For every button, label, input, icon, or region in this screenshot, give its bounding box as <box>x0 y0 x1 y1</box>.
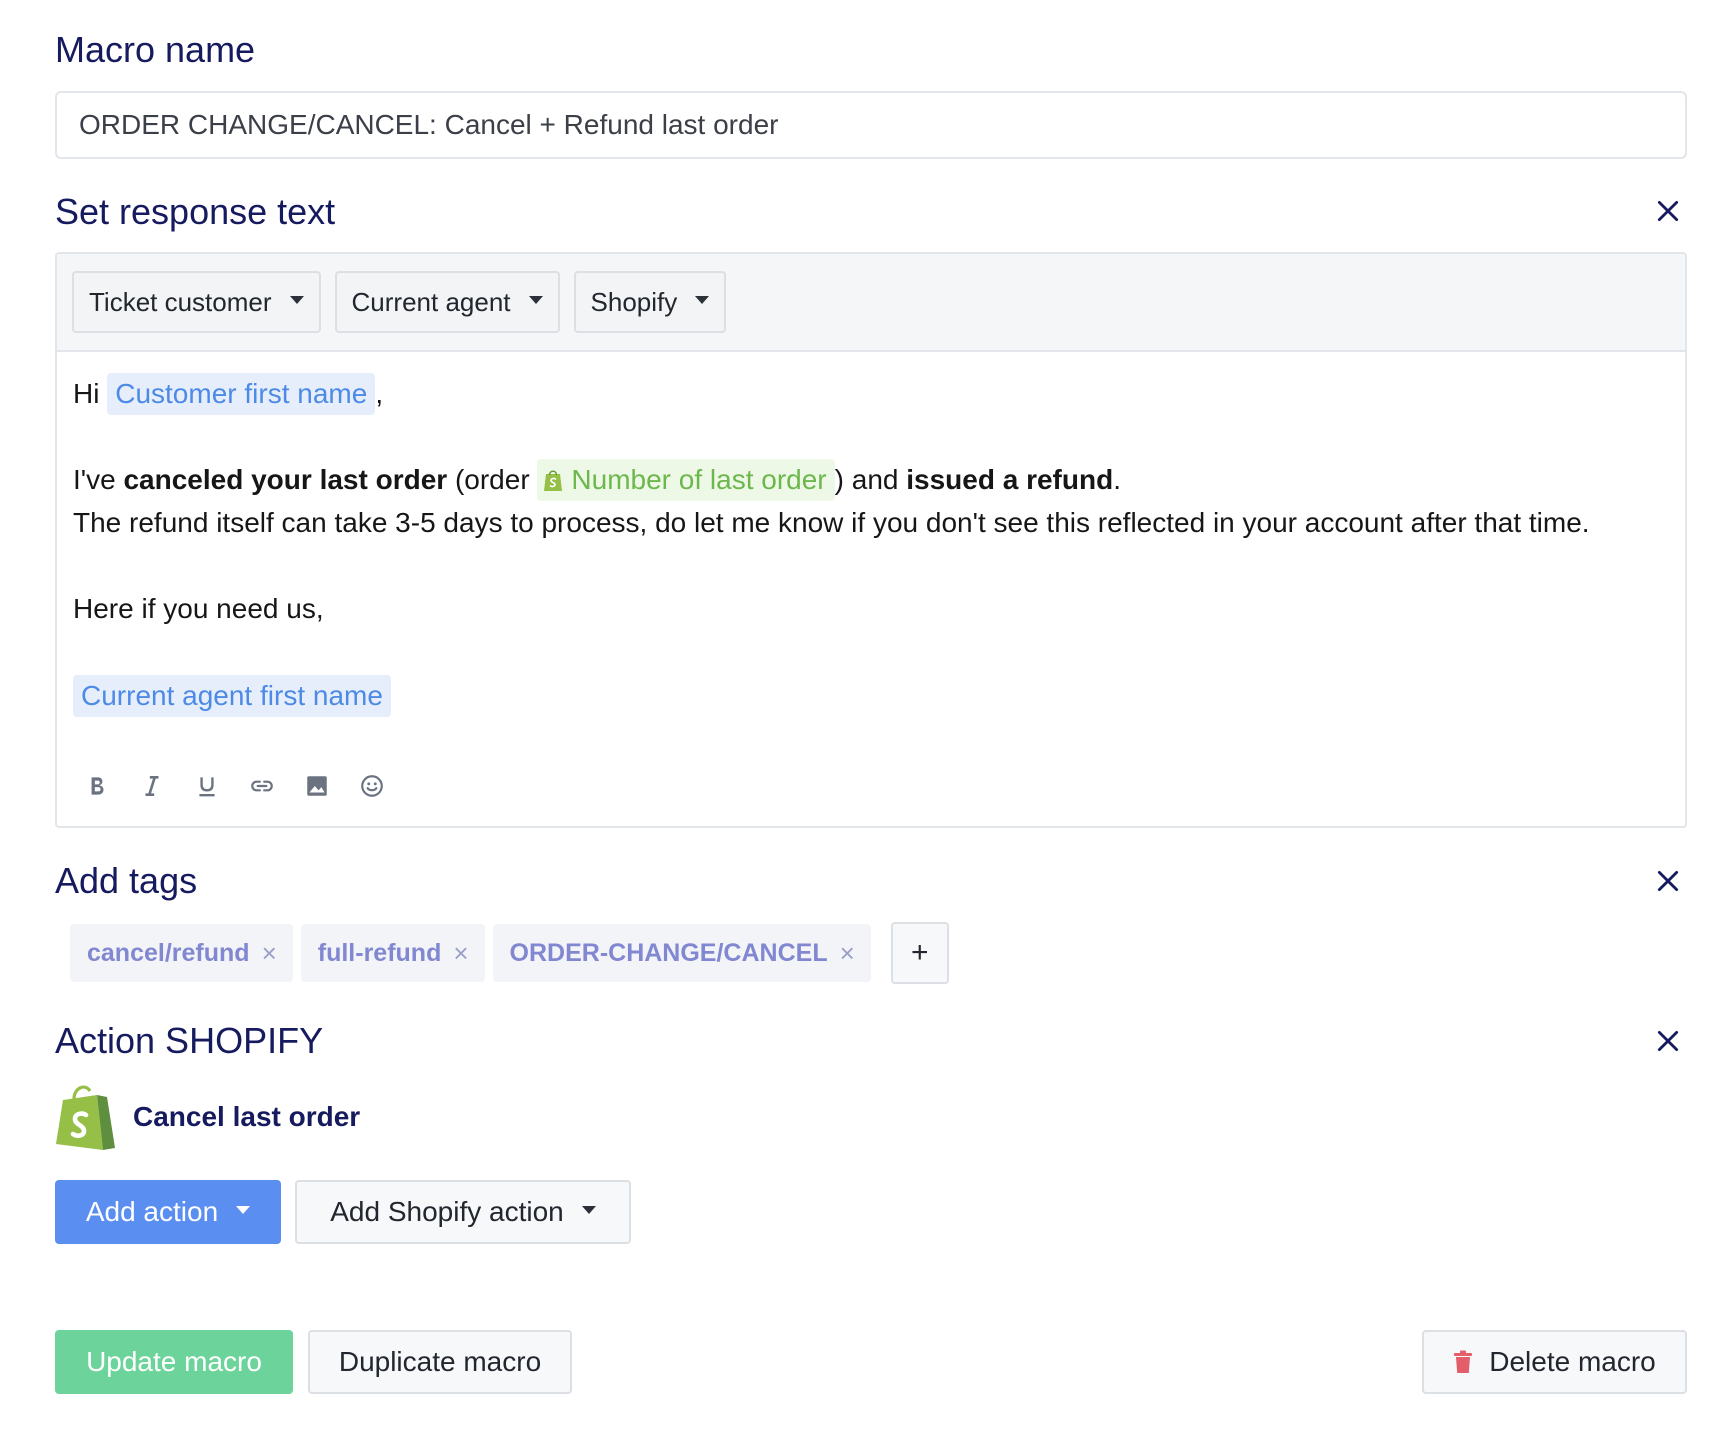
text-run: (order <box>447 464 538 495</box>
tag-chip[interactable]: ORDER-CHANGE/CANCEL × <box>492 924 871 982</box>
caret-down-icon <box>695 296 710 304</box>
add-action-dropdown-button[interactable]: Add action <box>55 1180 281 1244</box>
shopify-bag-icon <box>544 470 563 491</box>
button-label: Delete macro <box>1489 1346 1656 1377</box>
variable-toolbar: Ticket customer Current agent Shopify <box>57 254 1685 352</box>
close-icon <box>1657 870 1679 892</box>
link-icon <box>251 780 273 792</box>
bold-button[interactable] <box>81 770 113 802</box>
remove-tag-icon[interactable]: × <box>262 938 277 969</box>
tag-label: ORDER-CHANGE/CANCEL <box>509 938 828 967</box>
text-run: ) and <box>834 464 907 495</box>
editor-text-area[interactable]: Hi Customer first name, I've canceled yo… <box>57 352 1685 717</box>
shopify-dropdown[interactable]: Shopify <box>573 271 727 333</box>
bold-icon <box>91 777 104 795</box>
underline-icon <box>199 777 215 797</box>
trash-icon <box>1454 1350 1473 1373</box>
greeting-text: Hi <box>73 378 100 409</box>
agent-line: Current agent first name <box>73 674 1669 717</box>
remove-tag-icon[interactable]: × <box>453 938 468 969</box>
remove-response-text-button[interactable] <box>1650 193 1686 229</box>
processing-line: The refund itself can take 3-5 days to p… <box>73 507 1590 538</box>
dropdown-label: Current agent <box>351 286 511 317</box>
emoji-icon <box>361 775 383 797</box>
greeting-line: Hi Customer first name, <box>73 372 1669 415</box>
tag-label: full-refund <box>317 938 442 967</box>
add-tag-button[interactable]: + <box>890 922 949 984</box>
customer-first-name-variable[interactable]: Customer first name <box>107 373 376 415</box>
remove-tag-icon[interactable]: × <box>840 938 855 969</box>
comma-text: , <box>375 378 384 409</box>
underline-button[interactable] <box>191 770 223 802</box>
dropdown-label: Shopify <box>590 286 678 317</box>
ticket-customer-dropdown[interactable]: Ticket customer <box>72 271 321 333</box>
caret-down-icon <box>289 296 304 304</box>
signoff-line: Here if you need us, <box>73 593 324 624</box>
agent-first-name-variable[interactable]: Current agent first name <box>73 675 391 717</box>
dropdown-label: Ticket customer <box>89 286 272 317</box>
caret-down-icon <box>236 1206 251 1214</box>
tag-label: cancel/refund <box>87 938 250 967</box>
bold-text-run: issued a refund <box>906 464 1114 495</box>
response-text-heading: Set response text <box>55 191 336 232</box>
text-run: I've <box>73 464 124 495</box>
macro-name-heading: Macro name <box>55 29 256 70</box>
response-editor[interactable]: Ticket customer Current agent Shopify Hi… <box>55 252 1687 828</box>
remove-shopify-action-button[interactable] <box>1650 1023 1686 1059</box>
add-shopify-action-dropdown-button[interactable]: Add Shopify action <box>295 1180 631 1244</box>
variable-label: Number of last order <box>571 464 827 495</box>
image-icon <box>307 776 327 796</box>
macro-editor: Macro name Set response text Ticket cust… <box>0 0 1728 1436</box>
bold-text-run: canceled your last order <box>123 464 448 495</box>
close-icon <box>1657 200 1679 222</box>
button-label: Add action <box>85 1196 219 1227</box>
duplicate-macro-button[interactable]: Duplicate macro <box>308 1330 572 1394</box>
shopify-logo-icon <box>56 1085 115 1150</box>
update-macro-button[interactable]: Update macro <box>55 1330 293 1394</box>
emoji-button[interactable] <box>356 770 388 802</box>
close-icon <box>1657 1030 1679 1052</box>
shopify-action-item: Cancel last order <box>55 1082 360 1152</box>
shopify-action-heading: Action SHOPIFY <box>55 1020 324 1061</box>
image-button[interactable] <box>301 770 333 802</box>
format-toolbar <box>81 770 388 802</box>
add-tags-heading: Add tags <box>55 860 198 901</box>
remove-tags-button[interactable] <box>1650 863 1686 899</box>
italic-button[interactable] <box>136 770 168 802</box>
caret-down-icon <box>528 296 543 304</box>
tag-chip[interactable]: full-refund × <box>300 924 485 982</box>
link-button[interactable] <box>246 770 278 802</box>
button-label: Add Shopify action <box>330 1196 564 1227</box>
order-number-variable[interactable]: Number of last order <box>537 459 835 501</box>
delete-macro-button[interactable]: Delete macro <box>1422 1330 1687 1394</box>
current-agent-dropdown[interactable]: Current agent <box>334 271 560 333</box>
tags-list: cancel/refund × full-refund × ORDER-CHAN… <box>70 922 949 984</box>
caret-down-icon <box>581 1206 596 1214</box>
italic-icon <box>145 776 159 796</box>
tag-chip[interactable]: cancel/refund × <box>70 924 293 982</box>
text-run: . <box>1113 464 1121 495</box>
shopify-action-label: Cancel last order <box>133 1101 361 1132</box>
refund-line: I've canceled your last order (order Num… <box>73 458 1669 501</box>
macro-name-input[interactable] <box>55 91 1687 159</box>
